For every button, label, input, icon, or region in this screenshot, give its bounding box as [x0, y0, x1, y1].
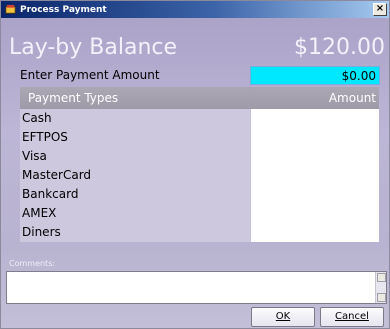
balance-label: Lay-by Balance	[9, 34, 178, 60]
payment-type-cell: Bankcard	[20, 185, 250, 204]
balance-value: $120.00	[294, 34, 385, 60]
payment-type-cell: Visa	[20, 147, 250, 166]
title-bar[interactable]: Process Payment ×	[1, 1, 389, 18]
table-row[interactable]: AMEX	[20, 204, 379, 223]
close-icon[interactable]: ×	[373, 3, 387, 16]
payment-type-cell: Cash	[20, 109, 250, 128]
table-row[interactable]: Bankcard	[20, 185, 379, 204]
amount-cell[interactable]	[250, 204, 379, 223]
table-row[interactable]: Visa	[20, 147, 379, 166]
cancel-button[interactable]: Cancel	[320, 307, 384, 327]
amount-cell[interactable]	[250, 185, 379, 204]
amount-cell[interactable]	[250, 128, 379, 147]
header-amount: Amount	[328, 91, 376, 105]
amount-cell[interactable]	[250, 147, 379, 166]
ok-button[interactable]: OK	[251, 307, 315, 327]
amount-cell[interactable]	[250, 223, 379, 242]
balance-display: Lay-by Balance $120.00	[9, 29, 385, 65]
payment-amount-label: Enter Payment Amount	[20, 68, 160, 82]
table-row[interactable]: MasterCard	[20, 166, 379, 185]
scroll-down-icon[interactable]	[377, 293, 386, 302]
app-icon	[5, 4, 16, 14]
header-payment-types: Payment Types	[28, 91, 119, 105]
payment-grid-header: Payment Types Amount	[20, 87, 379, 109]
process-payment-window: Process Payment × Lay-by Balance $120.00…	[0, 0, 390, 329]
table-row[interactable]: Diners	[20, 223, 379, 242]
payment-type-cell: Diners	[20, 223, 250, 242]
amount-cell[interactable]	[250, 109, 379, 128]
payment-grid: Cash EFTPOS Visa MasterCard Bankcard AME…	[20, 109, 379, 242]
payment-type-cell: MasterCard	[20, 166, 250, 185]
comments-scrollbar[interactable]	[375, 272, 386, 303]
payment-type-cell: EFTPOS	[20, 128, 250, 147]
comments-label: Comments:	[9, 259, 56, 268]
table-row[interactable]: EFTPOS	[20, 128, 379, 147]
amount-cell[interactable]	[250, 166, 379, 185]
comments-field[interactable]	[6, 271, 387, 304]
window-title: Process Payment	[20, 4, 107, 15]
table-row[interactable]: Cash	[20, 109, 379, 128]
payment-amount-input[interactable]	[250, 66, 380, 85]
scroll-up-icon[interactable]	[377, 273, 386, 282]
payment-type-cell: AMEX	[20, 204, 250, 223]
payment-amount-row: Enter Payment Amount	[20, 66, 380, 85]
